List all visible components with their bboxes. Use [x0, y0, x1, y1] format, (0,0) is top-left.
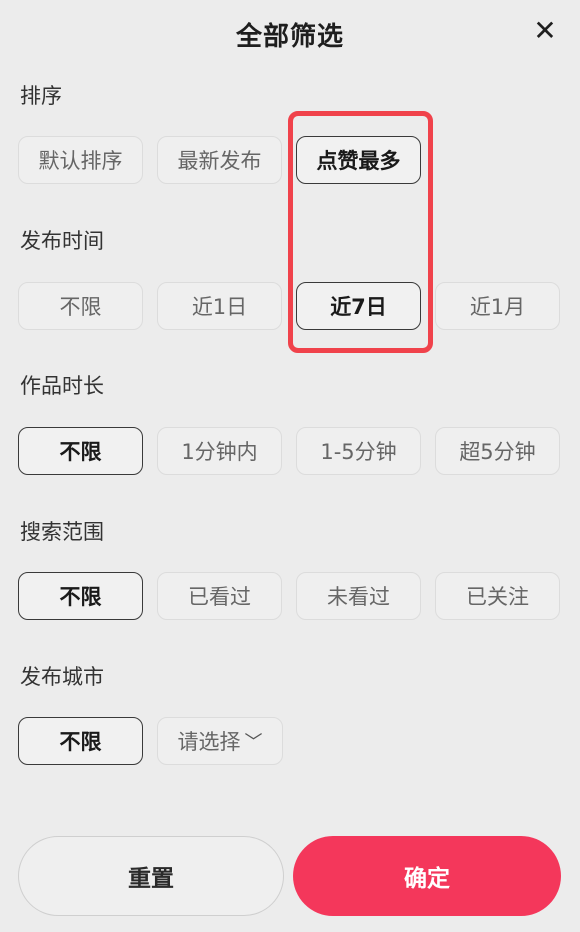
- section-title-duration: 作品时长: [20, 374, 104, 398]
- filter-panel: 全部筛选 ✕ 排序 默认排序 最新发布 点赞最多 发布时间 不限 近1日 近7日…: [0, 0, 580, 932]
- option-time-unlimited[interactable]: 不限: [18, 282, 143, 330]
- option-duration-1-5min[interactable]: 1-5分钟: [296, 427, 421, 475]
- city-select-dropdown[interactable]: 请选择 ﹀: [157, 717, 283, 765]
- option-city-unlimited[interactable]: 不限: [18, 717, 143, 765]
- section-title-city: 发布城市: [20, 665, 104, 689]
- option-duration-over-5min[interactable]: 超5分钟: [435, 427, 560, 475]
- confirm-button[interactable]: 确定: [293, 836, 561, 916]
- option-sort-most-liked[interactable]: 点赞最多: [296, 136, 421, 184]
- option-scope-unlimited[interactable]: 不限: [18, 572, 143, 620]
- option-sort-default[interactable]: 默认排序: [18, 136, 143, 184]
- option-sort-latest[interactable]: 最新发布: [157, 136, 282, 184]
- reset-button[interactable]: 重置: [18, 836, 284, 916]
- chevron-down-icon: ﹀: [244, 732, 263, 753]
- option-duration-unlimited[interactable]: 不限: [18, 427, 143, 475]
- section-title-scope: 搜索范围: [20, 520, 104, 544]
- section-title-sort: 排序: [20, 84, 62, 108]
- option-scope-watched[interactable]: 已看过: [157, 572, 282, 620]
- close-icon[interactable]: ✕: [532, 17, 558, 45]
- city-select-label: 请选择: [177, 730, 241, 754]
- option-scope-unwatched[interactable]: 未看过: [296, 572, 421, 620]
- option-scope-following[interactable]: 已关注: [435, 572, 560, 620]
- option-time-7days[interactable]: 近7日: [296, 282, 421, 330]
- panel-title: 全部筛选: [235, 22, 344, 52]
- panel-header: 全部筛选 ✕: [0, 0, 580, 66]
- option-time-1month[interactable]: 近1月: [435, 282, 560, 330]
- option-duration-under-1min[interactable]: 1分钟内: [157, 427, 282, 475]
- option-time-1day[interactable]: 近1日: [157, 282, 282, 330]
- section-title-publish-time: 发布时间: [20, 229, 104, 253]
